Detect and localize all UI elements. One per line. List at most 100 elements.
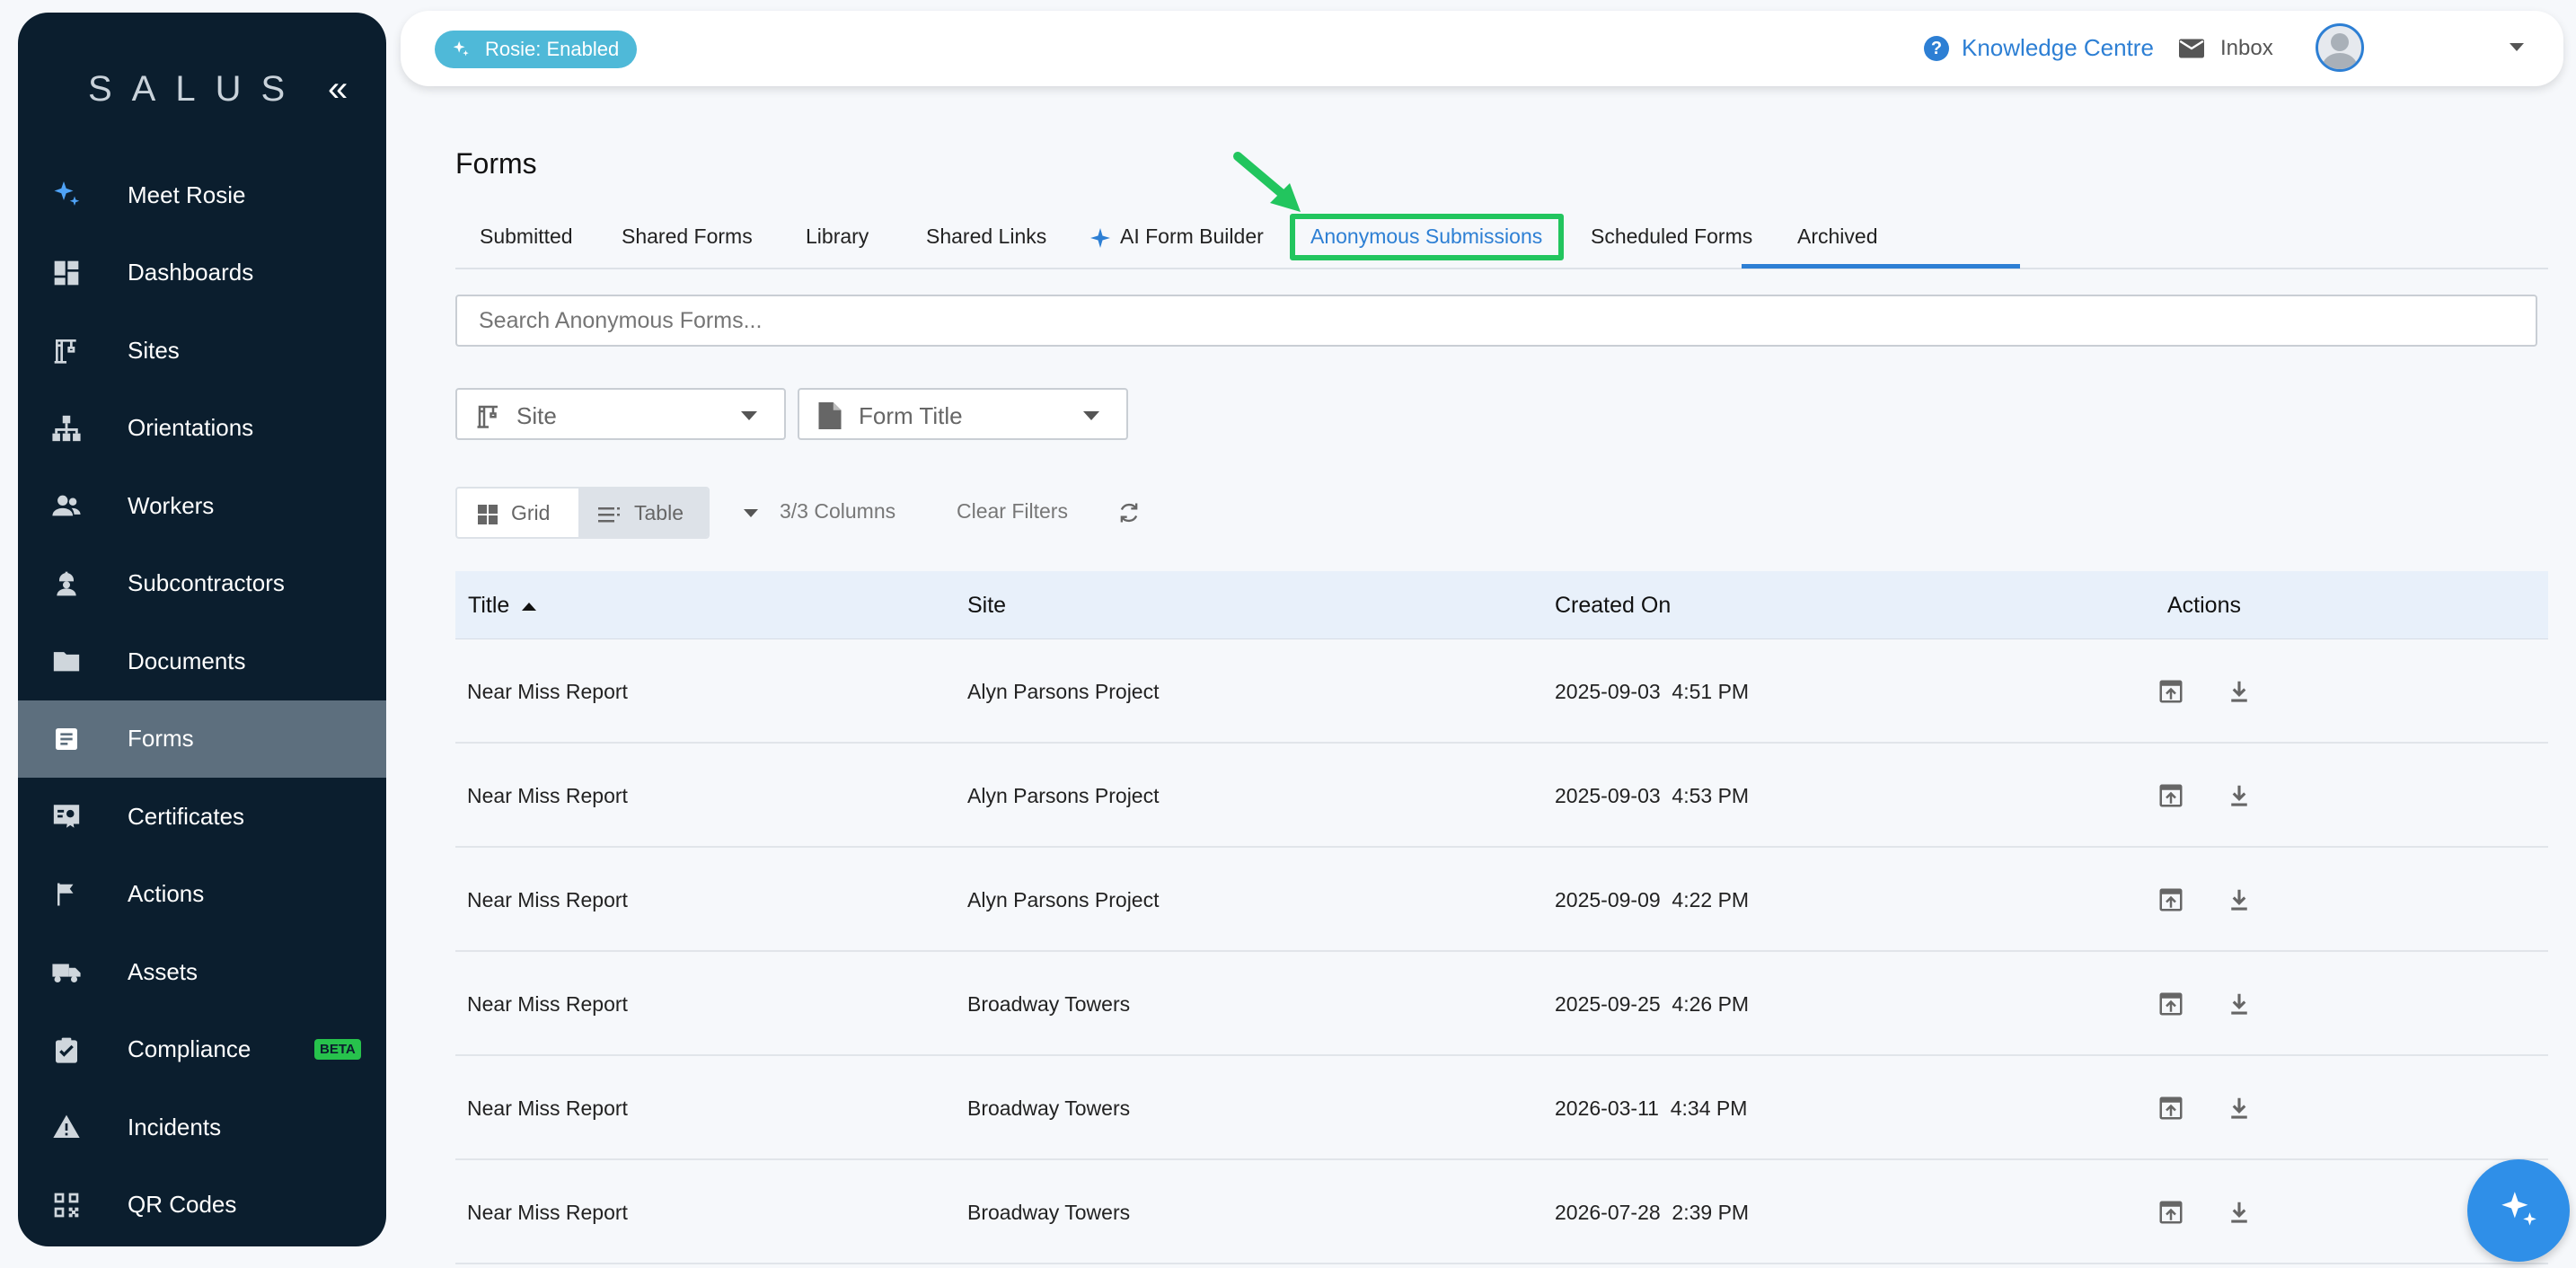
download-icon[interactable] [2226,1199,2253,1226]
grid-view-button[interactable]: Grid [457,489,578,537]
column-header-title[interactable]: Title [468,571,537,639]
form-title-filter-label: Form Title [859,402,963,429]
chevron-down-icon [741,411,757,420]
tab-archived[interactable]: Archived [1797,208,1877,268]
highlight-annotation-box [1290,214,1564,260]
sidebar-nav: Meet Rosie Dashboards Sites Orientations… [18,156,386,1244]
tab-shared-links[interactable]: Shared Links [926,208,1046,268]
grid-icon [478,504,498,524]
columns-caret-icon [744,509,758,517]
avatar[interactable] [2316,23,2364,72]
sidebar-item-label: Assets [128,957,198,985]
download-icon[interactable] [2226,991,2253,1017]
view-toggle: Grid Table [455,487,710,539]
table-row[interactable]: Near Miss Report Broadway Towers 2025-09-2… [455,952,2548,1056]
user-avatar-icon [2322,33,2358,69]
cell-created-on: 2026-03-11 4:34 PM [1555,1096,1748,1120]
refresh-icon[interactable] [1116,500,1142,525]
cell-created-on: 2025-09-03 4:51 PM [1555,680,1750,703]
sidebar-item-dashboards[interactable]: Dashboards [18,234,386,313]
form-title-filter-select[interactable]: Form Title [798,388,1128,440]
qr-code-icon [49,1187,84,1223]
sidebar-item-label: Forms [128,725,194,753]
sidebar-item-label: Incidents [128,1113,222,1140]
sparkle-icon [1090,227,1110,248]
help-icon: ? [1924,35,1949,61]
open-in-new-icon[interactable] [2157,1199,2184,1226]
inbox-link[interactable]: Inbox [2179,36,2273,61]
download-icon[interactable] [2226,1095,2253,1122]
tab-label: AI Form Builder [1120,225,1264,248]
tab-scheduled-forms[interactable]: Scheduled Forms [1591,208,1752,268]
cell-title: Near Miss Report [467,992,628,1016]
tab-library[interactable]: Library [806,208,869,268]
user-menu-caret-icon[interactable] [2510,43,2524,51]
form-icon [49,721,84,757]
sidebar-item-label: Dashboards [128,259,254,286]
table-row[interactable]: Near Miss Report Alyn Parsons Project 2025… [455,848,2548,952]
tab-submitted[interactable]: Submitted [480,208,573,268]
sidebar-item-label: Meet Rosie [128,181,246,208]
table-view-button[interactable]: Table [578,489,708,537]
table-row[interactable]: Near Miss Report Alyn Parsons Project 2025… [455,744,2548,848]
cell-created-on: 2026-07-28 2:39 PM [1555,1201,1750,1224]
sidebar-item-orientations[interactable]: Orientations [18,390,386,468]
column-header-created-on[interactable]: Created On [1555,571,1671,639]
open-in-new-icon[interactable] [2157,991,2184,1017]
sidebar-item-sites[interactable]: Sites [18,312,386,390]
document-icon [818,402,842,429]
sidebar-item-incidents[interactable]: Incidents [18,1088,386,1167]
sidebar-item-label: Documents [128,647,246,674]
sidebar-item-workers[interactable]: Workers [18,467,386,545]
open-in-new-icon[interactable] [2157,678,2184,705]
beta-badge: BETA [314,1039,361,1061]
download-icon[interactable] [2226,782,2253,809]
table-row[interactable]: Near Miss Report Broadway Towers 2026-07-2… [455,1160,2548,1264]
rosie-assistant-button[interactable] [2467,1159,2570,1262]
cell-title: Near Miss Report [467,680,628,703]
dashboard-icon [49,255,84,291]
truck-icon [49,954,84,990]
top-bar: Rosie: Enabled ? Knowledge Centre Inbox [401,11,2563,86]
sidebar-item-compliance[interactable]: Compliance BETA [18,1011,386,1089]
list-icon [598,506,620,523]
cell-title: Near Miss Report [467,1201,628,1224]
tab-shared-forms[interactable]: Shared Forms [622,208,753,268]
open-in-new-icon[interactable] [2157,782,2184,809]
clipboard-check-icon [49,1032,84,1068]
clear-filters-button[interactable]: Clear Filters [957,499,1068,524]
download-icon[interactable] [2226,678,2253,705]
sidebar-item-forms[interactable]: Forms [18,700,386,778]
salus-logo: SALUS [88,69,305,109]
site-filter-select[interactable]: Site [455,388,786,440]
worker-helmet-icon [49,566,84,602]
site-filter-label: Site [516,402,557,429]
sparkle-icon [49,177,84,213]
sidebar-item-documents[interactable]: Documents [18,622,386,700]
open-in-new-icon[interactable] [2157,886,2184,913]
org-chart-icon [49,410,84,446]
table-row[interactable]: Near Miss Report Broadway Towers 2026-03-1… [455,1056,2548,1160]
sidebar-item-assets[interactable]: Assets [18,933,386,1011]
sidebar-item-label: Certificates [128,802,245,830]
cell-site: Alyn Parsons Project [967,888,1160,911]
search-input[interactable] [455,295,2537,347]
sidebar-item-meet-rosie[interactable]: Meet Rosie [18,156,386,234]
sidebar-item-qr-codes[interactable]: QR Codes [18,1167,386,1245]
collapse-sidebar-icon[interactable]: « [328,65,348,113]
column-header-site[interactable]: Site [967,571,1006,639]
knowledge-centre-link[interactable]: ? Knowledge Centre [1924,34,2154,62]
columns-button[interactable]: 3/3 Columns [780,499,895,524]
download-icon[interactable] [2226,886,2253,913]
open-in-new-icon[interactable] [2157,1095,2184,1122]
sidebar-item-certificates[interactable]: Certificates [18,778,386,856]
crane-icon [49,332,84,368]
column-header-label: Title [468,593,510,618]
table-row[interactable]: Near Miss Report Alyn Parsons Project 2025… [455,639,2548,744]
sidebar-item-label: Subcontractors [128,569,285,597]
rosie-status-chip[interactable]: Rosie: Enabled [435,31,638,68]
sidebar-item-actions[interactable]: Actions [18,856,386,934]
inbox-label: Inbox [2220,36,2273,60]
sidebar-item-subcontractors[interactable]: Subcontractors [18,545,386,623]
sparkle-icon [2501,1192,2536,1226]
